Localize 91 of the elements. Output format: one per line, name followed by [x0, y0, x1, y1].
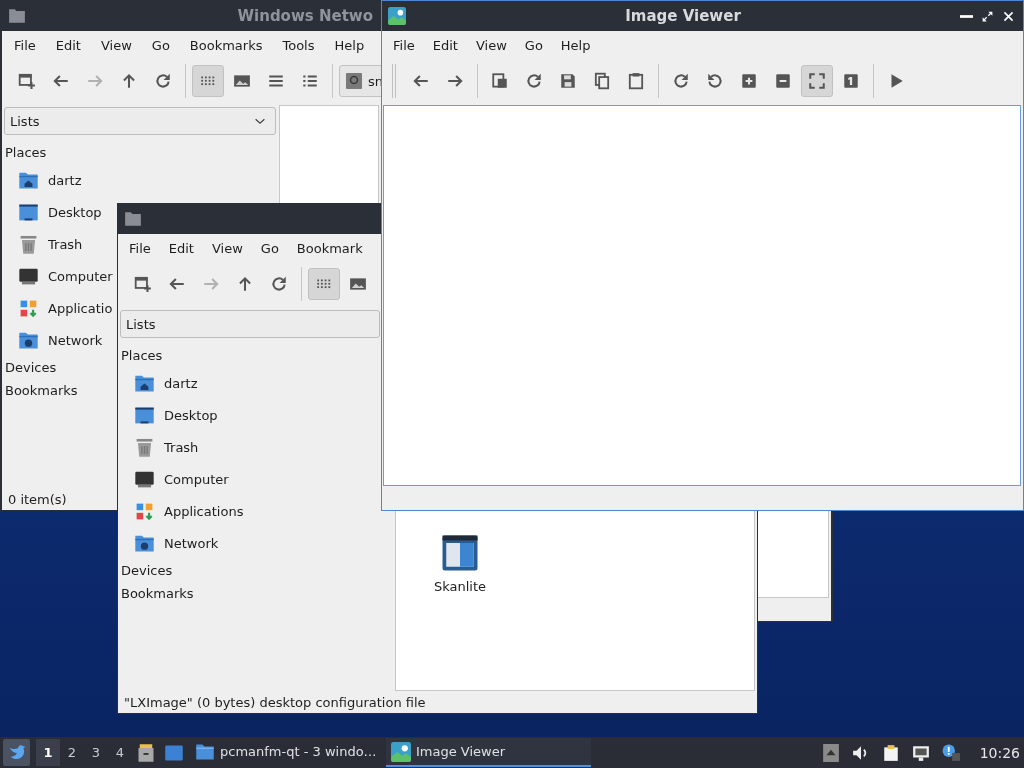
arrow-up-icon [821, 743, 840, 762]
places-item[interactable]: Network [4, 324, 103, 356]
menu-item[interactable]: View [202, 237, 252, 259]
workspace-button[interactable]: 1 [36, 739, 60, 766]
maximize-icon [981, 9, 994, 23]
file-cabinet-icon [136, 742, 156, 763]
workspace-button[interactable]: 2 [60, 739, 84, 766]
view-dropdown[interactable]: Lists [4, 107, 276, 135]
places-item[interactable]: Applicatio [4, 292, 113, 324]
close-button[interactable] [1002, 9, 1015, 23]
menu-item[interactable]: Edit [159, 237, 203, 259]
clock: 10:26 [979, 744, 1020, 761]
view-dropdown[interactable]: Lists [120, 310, 380, 338]
menu-item[interactable]: File [384, 34, 424, 56]
menu-item[interactable]: Edit [45, 34, 91, 56]
pages-icon [491, 72, 509, 90]
new-tab-icon [134, 275, 152, 293]
places-item[interactable]: dartz [4, 164, 82, 196]
menu-item[interactable]: Edit [423, 34, 467, 56]
menu-item[interactable]: Go [141, 34, 180, 56]
zoom-in-icon [740, 72, 758, 90]
places-item[interactable]: Trash [120, 431, 199, 463]
start-menu-button[interactable] [3, 739, 30, 766]
landscape-icon [388, 7, 406, 25]
places-item[interactable]: Desktop [4, 196, 102, 228]
taskbar-task[interactable]: Image Viewer [386, 738, 591, 767]
maximize-button[interactable] [981, 9, 994, 23]
new-tab-icon [18, 72, 36, 90]
section-header: Bookmarks [120, 586, 194, 601]
image-icon [349, 275, 367, 293]
minimize-icon [960, 14, 973, 18]
toolbar-handle[interactable] [392, 64, 396, 98]
places-item[interactable]: Computer [120, 463, 229, 495]
menu-item[interactable]: File [4, 34, 46, 56]
places-item[interactable]: Desktop [120, 399, 218, 431]
places-item[interactable]: Trash [4, 228, 83, 260]
reload-icon [525, 72, 543, 90]
menu-item[interactable]: View [90, 34, 142, 56]
menu-item[interactable]: File [120, 237, 160, 259]
copy-icon [593, 72, 611, 90]
window-title: Windows Netwo [236, 7, 373, 25]
notification-icon [941, 743, 960, 762]
section-header: Bookmarks [4, 383, 78, 398]
zoom-out-icon [774, 72, 792, 90]
clipboard-icon [627, 72, 645, 90]
toolbar-button[interactable] [192, 65, 224, 97]
up-arrow-icon [236, 275, 254, 293]
section-header: Places [4, 145, 47, 160]
places-item[interactable]: Applications [120, 495, 244, 527]
original-size-icon [842, 72, 860, 90]
trash-icon [18, 233, 39, 255]
application-window-icon [440, 533, 480, 573]
status-text: 0 item(s) [8, 491, 67, 507]
menu-item[interactable]: Help [324, 34, 375, 56]
network-icon [911, 743, 930, 762]
toolbar-button[interactable] [308, 268, 340, 300]
close-icon [1002, 9, 1015, 23]
file-name[interactable]: Skanlite [433, 579, 487, 594]
reload-icon [154, 72, 172, 90]
clipboard-icon [881, 743, 900, 762]
places-item[interactable]: Network [120, 527, 219, 559]
toolbar-button[interactable] [801, 65, 833, 97]
section-header: Devices [4, 360, 57, 375]
landscape-icon [391, 741, 411, 762]
section-header: Places [120, 348, 163, 363]
section-header: Devices [120, 563, 173, 578]
image-icon [233, 72, 251, 90]
workspace-button[interactable]: 4 [108, 739, 132, 766]
menu-item[interactable]: Bookmark [287, 237, 372, 259]
places-item[interactable]: dartz [120, 367, 198, 399]
search-icon [346, 73, 362, 89]
status-text: "LXImage" (0 bytes) desktop configuration file [124, 694, 426, 710]
menu-item[interactable]: View [466, 34, 516, 56]
minimize-button[interactable] [960, 14, 973, 18]
menu-item[interactable]: Bookmarks [179, 34, 273, 56]
menu-item[interactable]: Go [515, 34, 552, 56]
menu-item[interactable]: Help [551, 34, 600, 56]
folder-icon [8, 7, 26, 25]
menu-item[interactable]: Go [251, 237, 288, 259]
taskbar-task[interactable]: pcmanfm-qt - 3 windo… [190, 738, 386, 767]
folder-icon [124, 210, 142, 228]
workspace-button[interactable]: 3 [84, 739, 108, 766]
rotate-counterclockwise-icon [706, 72, 724, 90]
trash-icon [134, 436, 155, 458]
up-arrow-icon [120, 72, 138, 90]
window-title: Image Viewer [624, 7, 742, 25]
rotate-clockwise-icon [672, 72, 690, 90]
fit-window-icon [808, 72, 826, 90]
menu-item[interactable]: Tools [272, 34, 325, 56]
places-item[interactable]: Computer [4, 260, 113, 292]
reload-icon [270, 275, 288, 293]
